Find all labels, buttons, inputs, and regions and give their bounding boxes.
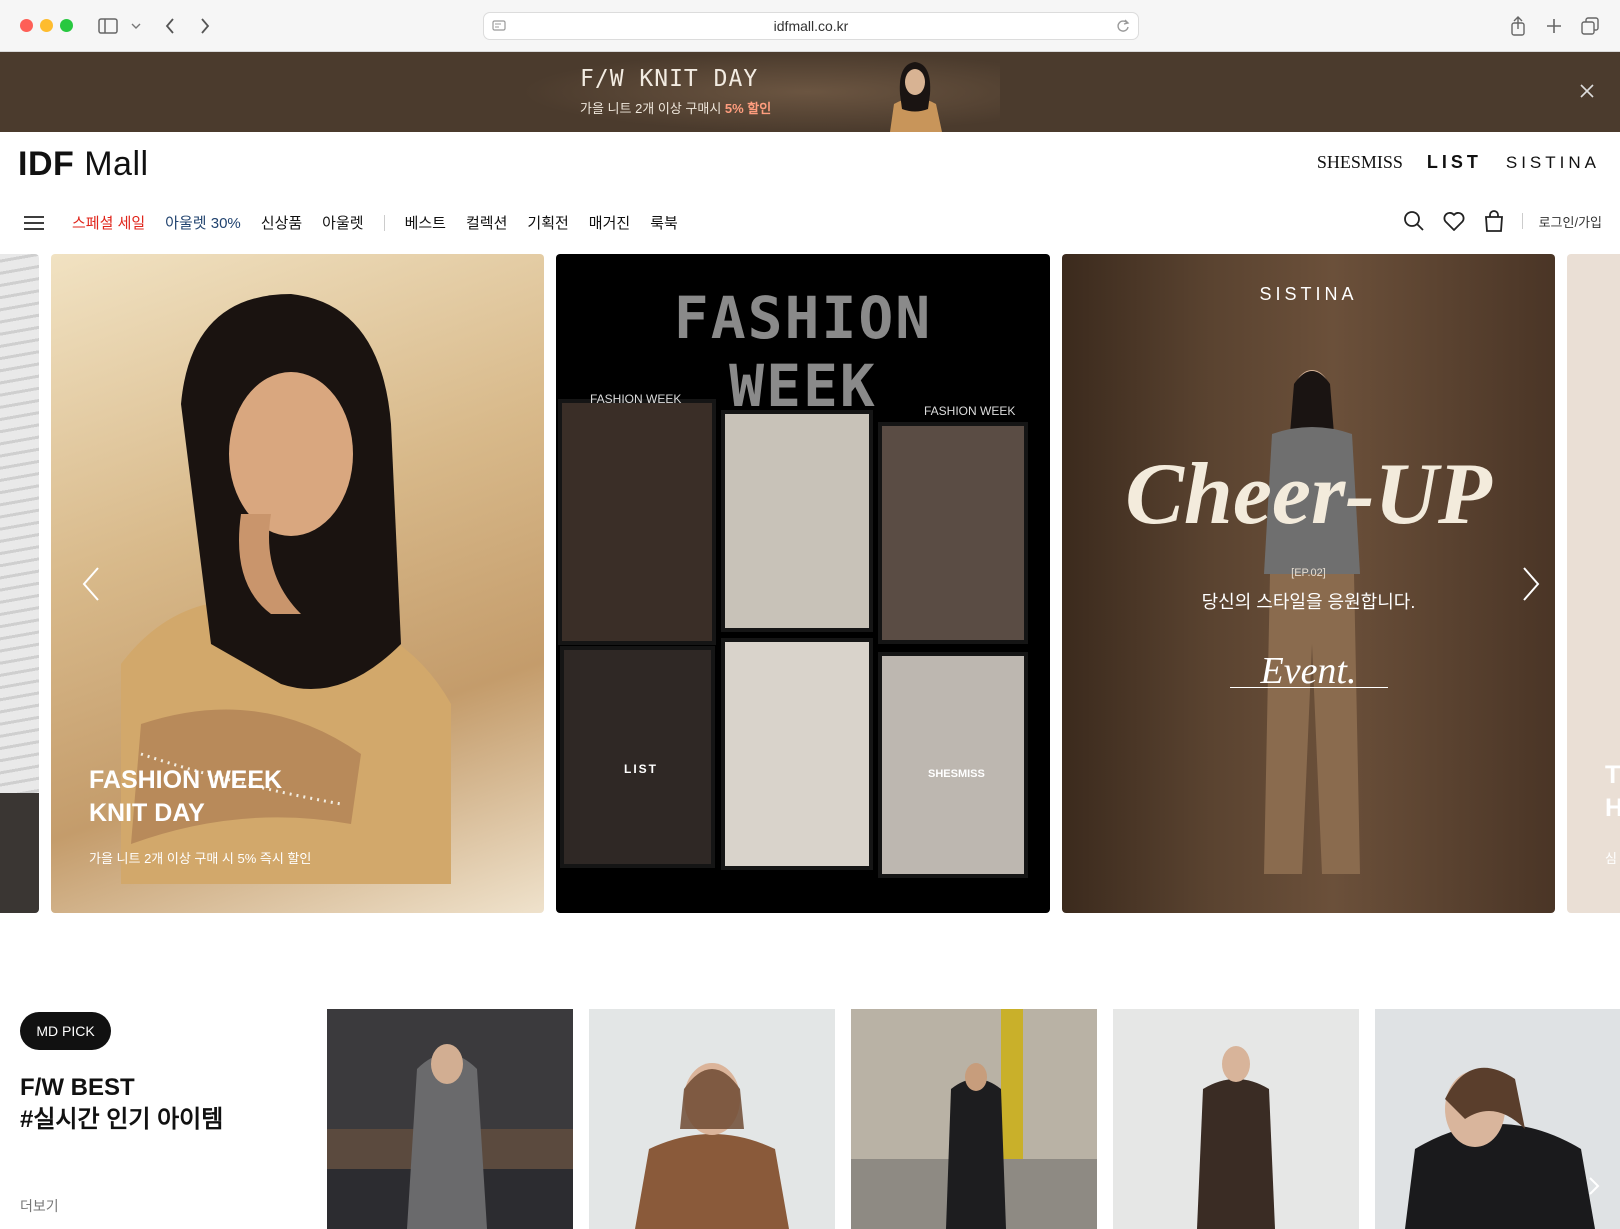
product-image [1113,1009,1359,1229]
carousel-slide-cheer-up[interactable]: SISTINA Cheer-UP [EP.02] 당신의 스타일을 응원합니다.… [1062,254,1555,913]
event-underline [1230,687,1388,688]
slide-headline: FASHION WEEK KNIT DAY [89,766,283,827]
carousel-prev-arrow-icon[interactable] [76,564,106,604]
product-next-arrow-icon[interactable] [1580,1172,1608,1200]
search-icon[interactable] [1402,209,1426,233]
forward-icon[interactable] [193,14,217,38]
collage-photo [721,410,873,632]
slide-episode: [EP.02] [1291,567,1326,579]
collage-photo [560,646,715,868]
nav-divider [383,214,385,231]
carousel-slide-knit-day[interactable]: FASHION WEEK KNIT DAY 가을 니트 2개 이상 구매 시 5… [51,254,544,913]
promo-banner[interactable]: F/W KNIT DAY 가을 니트 2개 이상 구매시 5% 할인 [0,52,1620,132]
carousel-slide-fashion-week[interactable]: FASHION WEEK FASHION WEEK FASHION WEEK L… [556,254,1050,913]
slide-subtext: 가을 니트 2개 이상 구매 시 5% 즉시 할인 [89,851,312,866]
sidebar-toggle-icon[interactable] [96,14,120,38]
product-image [589,1009,835,1229]
carousel-next-arrow-icon[interactable] [1516,564,1546,604]
page-menu-icon[interactable] [492,19,506,36]
shopping-bag-icon[interactable] [1482,209,1506,233]
carousel-slide-previous[interactable] [0,254,39,913]
slide-partial-headline: T H [1605,761,1620,822]
collage-tag: FASHION WEEK [924,404,1016,418]
product-card[interactable] [851,1009,1097,1229]
collage-photo [878,652,1028,878]
nav-item-best[interactable]: 베스트 [405,212,446,233]
nav-item-new[interactable]: 신상품 [261,212,302,233]
promo-subtitle: 가을 니트 2개 이상 구매시 5% 할인 [580,101,772,116]
chevron-down-icon[interactable] [124,14,148,38]
nav-item-outlet-30[interactable]: 아울렛 30% [165,212,241,233]
slide-brand: SISTINA [1259,284,1358,304]
nav-item-lookbook[interactable]: 룩북 [650,212,678,233]
slide-message: 당신의 스타일을 응원합니다. [1201,592,1416,612]
nav-item-collection[interactable]: 컬렉션 [466,212,507,233]
collage-tag: LIST [624,762,658,776]
slide-title: Cheer-UP [1125,446,1492,543]
md-pick-badge: MD PICK [20,1012,111,1050]
promo-discount: 5% 할인 [724,101,772,116]
heart-icon[interactable] [1442,209,1466,233]
collage-tag: SHESMISS [928,768,985,780]
hero-carousel: FASHION WEEK KNIT DAY 가을 니트 2개 이상 구매 시 5… [0,254,1620,914]
close-icon[interactable] [1576,80,1598,102]
new-tab-icon[interactable] [1542,14,1566,38]
nav-item-special-sale[interactable]: 스페셜 세일 [72,212,145,233]
product-image [327,1009,573,1229]
collage-tag: FASHION WEEK [590,392,682,406]
collage-photo [878,422,1028,644]
nav-item-promotion[interactable]: 기획전 [527,212,568,233]
product-card[interactable] [1113,1009,1359,1229]
carousel-slide-next[interactable]: T H 심 [1567,254,1620,913]
promo-title: F/W KNIT DAY [580,66,759,92]
section-title: F/W BEST #실시간 인기 아이템 [20,1074,224,1133]
nav-item-magazine[interactable]: 매거진 [589,212,630,233]
tools-divider [1521,213,1523,229]
zoom-window-button[interactable] [60,19,73,32]
promo-model-image [890,62,942,132]
product-image [851,1009,1097,1229]
address-bar[interactable]: idfmall.co.kr [483,12,1139,40]
brand-link-sistina[interactable]: SISTINA [1506,153,1600,173]
brand-link-list[interactable]: LIST [1427,152,1482,173]
login-link[interactable]: 로그인/가입 [1539,212,1602,231]
reload-icon[interactable] [1116,18,1130,37]
hamburger-menu-icon[interactable] [22,213,46,233]
brand-links: SHESMISS LIST SISTINA [1317,152,1600,173]
back-icon[interactable] [158,14,182,38]
main-nav: 스페셜 세일 아울렛 30% 신상품 아울렛 베스트 컬렉션 기획전 매거진 룩… [0,203,1620,243]
minimize-window-button[interactable] [40,19,53,32]
brand-link-shesmiss[interactable]: SHESMISS [1317,152,1403,173]
collage-photo [558,399,716,645]
site-logo[interactable]: IDF Mall [18,145,149,184]
collage-photo [721,638,873,870]
product-card[interactable] [327,1009,573,1229]
product-card[interactable] [589,1009,835,1229]
nav-item-outlet[interactable]: 아울렛 [322,212,363,233]
url-text: idfmall.co.kr [773,18,849,34]
tab-overview-icon[interactable] [1578,14,1602,38]
close-window-button[interactable] [20,19,33,32]
share-icon[interactable] [1506,14,1530,38]
more-link[interactable]: 더보기 [20,1196,59,1216]
browser-toolbar: idfmall.co.kr [0,0,1620,52]
slide-partial-subtext: 심 [1605,851,1617,866]
